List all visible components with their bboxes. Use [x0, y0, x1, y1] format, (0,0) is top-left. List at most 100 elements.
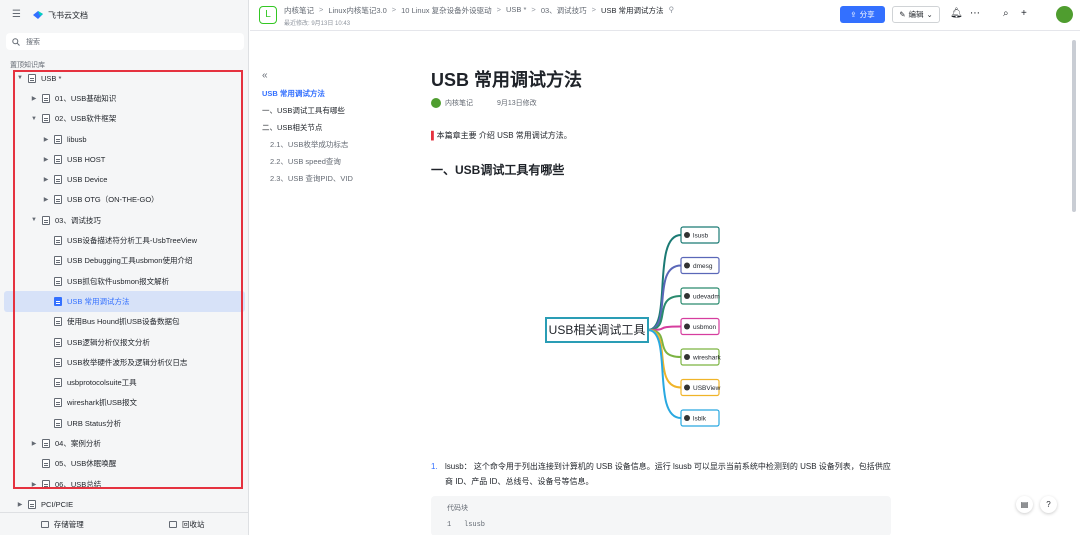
breadcrumb: 内核笔记 > Linux内核笔记3.0 > 10 Linux 复杂设备外设驱动 > U…: [284, 5, 674, 16]
tree-item[interactable]: USB逻辑分析仪报文分析: [4, 332, 245, 352]
app-window: ☰ 飞书云文档 搜索 置顶知识库 ▼ USB * ▶ 01、USB基础知识 ▼ 02、…: [0, 0, 1080, 535]
tree-item-label: USB HOST: [67, 154, 106, 164]
doc-icon: [54, 357, 62, 367]
outline-item[interactable]: 二、USB相关节点: [262, 119, 402, 136]
chevron-down-icon[interactable]: ▼: [16, 75, 24, 81]
tree-item[interactable]: 使用Bus Hound抓USB设备数据包: [4, 312, 245, 332]
more-icon[interactable]: ⋯: [970, 8, 980, 20]
edit-label: 编辑: [908, 10, 924, 19]
tree-item[interactable]: ▼ 02、USB软件框架: [4, 109, 245, 129]
outline-item[interactable]: 2.1、USB枚举成功标志: [262, 136, 402, 153]
chevron-down-icon[interactable]: ▼: [30, 217, 38, 223]
mindmap-node-label: USBView: [693, 385, 721, 392]
outline-item[interactable]: 2.3、USB 查询PID、VID: [262, 170, 402, 187]
breadcrumb-separator-icon: >: [496, 5, 501, 14]
plus-icon[interactable]: +: [1021, 8, 1027, 20]
breadcrumb-item[interactable]: 内核笔记: [284, 5, 314, 16]
scrollbar[interactable]: [1072, 40, 1076, 212]
tree-item[interactable]: URB Status分析: [4, 413, 245, 433]
avatar[interactable]: [1056, 6, 1073, 23]
doc-header: L 内核笔记 > Linux内核笔记3.0 > 10 Linux 复杂设备外设驱动 >…: [250, 0, 1080, 31]
intro-paragraph[interactable]: ▌本篇章主要 介绍 USB 常用调试方法。: [431, 130, 572, 141]
section-heading[interactable]: 一、USB调试工具有哪些: [431, 161, 564, 178]
search-placeholder: 搜索: [26, 38, 40, 46]
chevron-right-icon[interactable]: ▶: [30, 440, 38, 447]
help-icon[interactable]: ?: [1040, 496, 1057, 513]
tree-item[interactable]: wireshark抓USB报文: [4, 393, 245, 413]
doc-body: USB 常用调试方法 内核笔记 9月13日修改 ▌本篇章主要 介绍 USB 常用…: [431, 60, 891, 535]
edit-mode-button[interactable]: ✎ 编辑 ⌄: [892, 6, 940, 23]
chevron-right-icon[interactable]: ▶: [42, 196, 50, 203]
comment-icon[interactable]: ▤: [1016, 496, 1033, 513]
bell-icon[interactable]: 🔔︎: [950, 8, 963, 20]
tree-item[interactable]: ▶ USB HOST: [4, 149, 245, 169]
breadcrumb-item[interactable]: 03、调试技巧: [541, 5, 587, 16]
tree-item[interactable]: ▼ USB *: [4, 68, 245, 88]
tree-item[interactable]: ▶ 01、USB基础知识: [4, 88, 245, 108]
sidebar-header: ☰ 飞书云文档: [0, 0, 249, 30]
tree-item-label: USB抓包软件usbmon报文解析: [67, 276, 170, 286]
collapse-sidebar-icon[interactable]: ☰: [12, 9, 24, 21]
breadcrumb-item[interactable]: 10 Linux 复杂设备外设驱动: [401, 5, 491, 16]
chevron-right-icon[interactable]: ▶: [42, 176, 50, 183]
chevron-right-icon[interactable]: ▶: [30, 95, 38, 102]
tree-item[interactable]: ▶ USB Device: [4, 169, 245, 189]
storage-button[interactable]: 存储管理: [0, 519, 125, 530]
code-block[interactable]: 代码块 1 lsusb: [431, 496, 891, 535]
doc-title[interactable]: USB 常用调试方法: [431, 66, 891, 90]
chevron-right-icon[interactable]: ▶: [30, 481, 38, 488]
breadcrumb-item[interactable]: Linux内核笔记3.0: [328, 5, 386, 16]
mindmap-diagram: lsusb dmesg udevadm usbmon wireshark USBView l…: [545, 226, 722, 427]
outline-item[interactable]: 2.2、USB speed查询: [262, 153, 402, 170]
chevron-right-icon[interactable]: ▶: [42, 136, 50, 143]
tree-item[interactable]: ▶ USB OTG（ON-THE-GO）: [4, 190, 245, 210]
share-button[interactable]: ⇪ 分享: [840, 6, 885, 23]
author-avatar: [431, 98, 441, 108]
mindmap-node-label: usbmon: [693, 324, 717, 331]
sidebar-footer: 存储管理 回收站: [0, 512, 249, 535]
tree-item[interactable]: ▶ libusb: [4, 129, 245, 149]
mindmap-connector: [647, 295, 682, 331]
tree-item[interactable]: usbprotocolsuite工具: [4, 372, 245, 392]
breadcrumb-current: USB 常用调试方法: [601, 6, 664, 15]
tree-item[interactable]: ▶ 04、案例分析: [4, 433, 245, 453]
tree-item[interactable]: USB枚举硬件波形及逻辑分析仪日志: [4, 352, 245, 372]
mindmap-node-bullet-icon: [684, 384, 690, 391]
tree-item-label: USB OTG（ON-THE-GO）: [67, 195, 159, 205]
wiki-space-icon[interactable]: L: [259, 6, 277, 24]
tree-item-label: usbprotocolsuite工具: [67, 378, 137, 388]
tree-item[interactable]: USB抓包软件usbmon报文解析: [4, 271, 245, 291]
trash-button[interactable]: 回收站: [125, 519, 250, 530]
chevron-down-icon: ⌄: [926, 10, 933, 19]
mindmap-root-label: USB相关调试工具: [549, 322, 646, 337]
mindmap-node-bullet-icon: [684, 293, 690, 299]
author-name[interactable]: 内核笔记: [445, 98, 473, 108]
list-item[interactable]: 1. lsusb： 这个命令用于列出连接到计算机的 USB 设备信息。运行 ls…: [431, 459, 891, 489]
share-icon: ⇪: [850, 10, 857, 19]
tree-item[interactable]: ▶ 06、USB总结: [4, 474, 245, 494]
breadcrumb-separator-icon: >: [591, 5, 597, 14]
app-brand: 飞书云文档: [48, 10, 88, 20]
collapse-outline-icon[interactable]: «: [262, 70, 402, 81]
breadcrumb-separator-icon: >: [319, 5, 324, 14]
pin-icon[interactable]: ⚲: [669, 5, 675, 16]
chevron-right-icon[interactable]: ▶: [42, 156, 50, 163]
doc-icon: [28, 499, 36, 509]
tree-item[interactable]: ▼ 03、调试技巧: [4, 210, 245, 230]
tree-item[interactable]: 05、USB休眠唤醒: [4, 454, 245, 474]
storage-icon: [40, 520, 49, 528]
tree-item[interactable]: USB Debugging工具usbmon使用介绍: [4, 251, 245, 271]
tree-item-label: 04、案例分析: [55, 438, 101, 448]
doc-meta: 内核笔记 9月13日修改: [431, 98, 537, 108]
search-icon[interactable]: ⌕: [1003, 8, 1009, 20]
outline-item[interactable]: 一、USB调试工具有哪些: [262, 102, 402, 119]
tree-item-label: USB枚举硬件波形及逻辑分析仪日志: [67, 357, 188, 367]
tree-item-active[interactable]: USB 常用调试方法: [4, 291, 245, 312]
search-input[interactable]: 搜索: [6, 33, 244, 50]
breadcrumb-item[interactable]: USB *: [506, 5, 526, 16]
tree-item[interactable]: USB设备描述符分析工具-UsbTreeView: [4, 230, 245, 250]
outline-item[interactable]: USB 常用调试方法: [262, 85, 402, 102]
code-line-number: 1: [447, 521, 452, 529]
chevron-down-icon[interactable]: ▼: [30, 116, 38, 122]
chevron-right-icon[interactable]: ▶: [16, 501, 24, 508]
